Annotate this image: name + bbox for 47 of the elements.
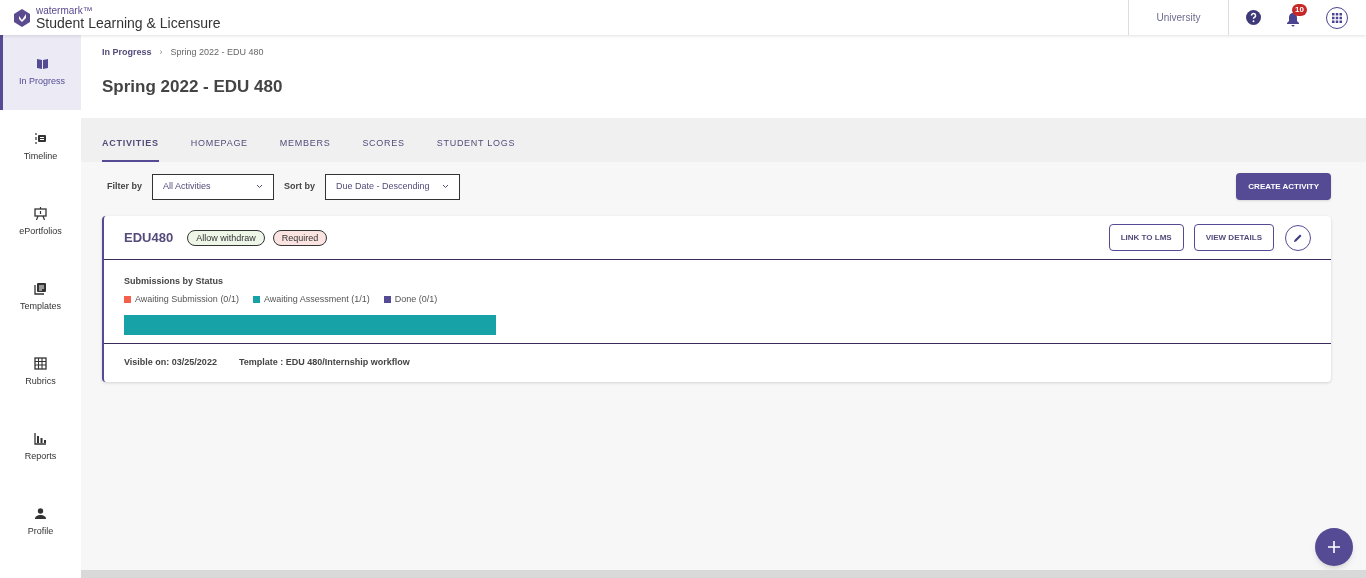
dropdown[interactable]: Due Date - Descending xyxy=(325,173,461,200)
legend-label: Awaiting Assessment (1/1) xyxy=(263,292,370,306)
app-title: Student Learning & Licensure xyxy=(36,15,221,30)
timeline-icon xyxy=(34,131,47,145)
outline-button[interactable]: LINK TO LMS xyxy=(1108,224,1184,251)
plus-icon xyxy=(1328,541,1340,553)
help-icon[interactable] xyxy=(1246,10,1261,25)
legend-label: Awaiting Submission (0/1) xyxy=(135,292,239,306)
tag: Required xyxy=(272,229,328,246)
notification-badge: 10 xyxy=(1292,3,1307,16)
sidebar-item[interactable]: In Progress xyxy=(0,35,81,110)
logo-icon xyxy=(12,7,32,28)
pencil-icon xyxy=(1293,232,1303,243)
template-name: Template : EDU 480/Internship workflow xyxy=(238,356,410,370)
bell-icon xyxy=(1286,11,1300,27)
filter-label: Sort by xyxy=(284,179,316,193)
easel-icon xyxy=(34,206,47,220)
book-icon xyxy=(35,56,49,70)
breadcrumb-current: Spring 2022 - EDU 480 xyxy=(170,46,264,59)
bar-chart-icon xyxy=(34,431,47,445)
documents-icon xyxy=(34,281,47,295)
page-title: Spring 2022 - EDU 480 xyxy=(102,75,284,98)
tab[interactable]: STUDENT LOGS xyxy=(436,136,516,162)
create-activity-button[interactable]: CREATE ACTIVITY xyxy=(1236,173,1331,200)
horizontal-scrollbar[interactable] xyxy=(81,570,1366,578)
person-icon xyxy=(34,506,47,520)
legend-label: Done (0/1) xyxy=(394,292,438,306)
tab[interactable]: MEMBERS xyxy=(279,136,331,162)
activity-title[interactable]: EDU480 xyxy=(124,227,174,248)
table-icon xyxy=(34,356,47,370)
institution-name[interactable]: University xyxy=(1156,10,1201,25)
dropdown[interactable]: All Activities xyxy=(152,173,274,200)
tab[interactable]: ACTIVITIES xyxy=(102,136,159,162)
brand-tagline: watermark™ xyxy=(36,5,94,16)
chevron-icon xyxy=(442,184,450,189)
outline-button[interactable]: VIEW DETAILS xyxy=(1193,224,1274,251)
visible-date: Visible on: 03/25/2022 xyxy=(124,356,217,370)
tag: Allow withdraw xyxy=(187,229,265,246)
grid-icon xyxy=(1332,12,1342,23)
tab[interactable]: SCORES xyxy=(362,136,405,162)
breadcrumb-separator: › xyxy=(159,46,163,59)
tab[interactable]: HOMEPAGE xyxy=(190,136,248,162)
add-button[interactable] xyxy=(1315,528,1353,566)
filter-label: Filter by xyxy=(107,179,142,193)
chart-title: Submissions by Status xyxy=(124,275,225,288)
breadcrumb-link[interactable]: In Progress xyxy=(102,46,152,60)
chevron-icon xyxy=(256,184,263,189)
